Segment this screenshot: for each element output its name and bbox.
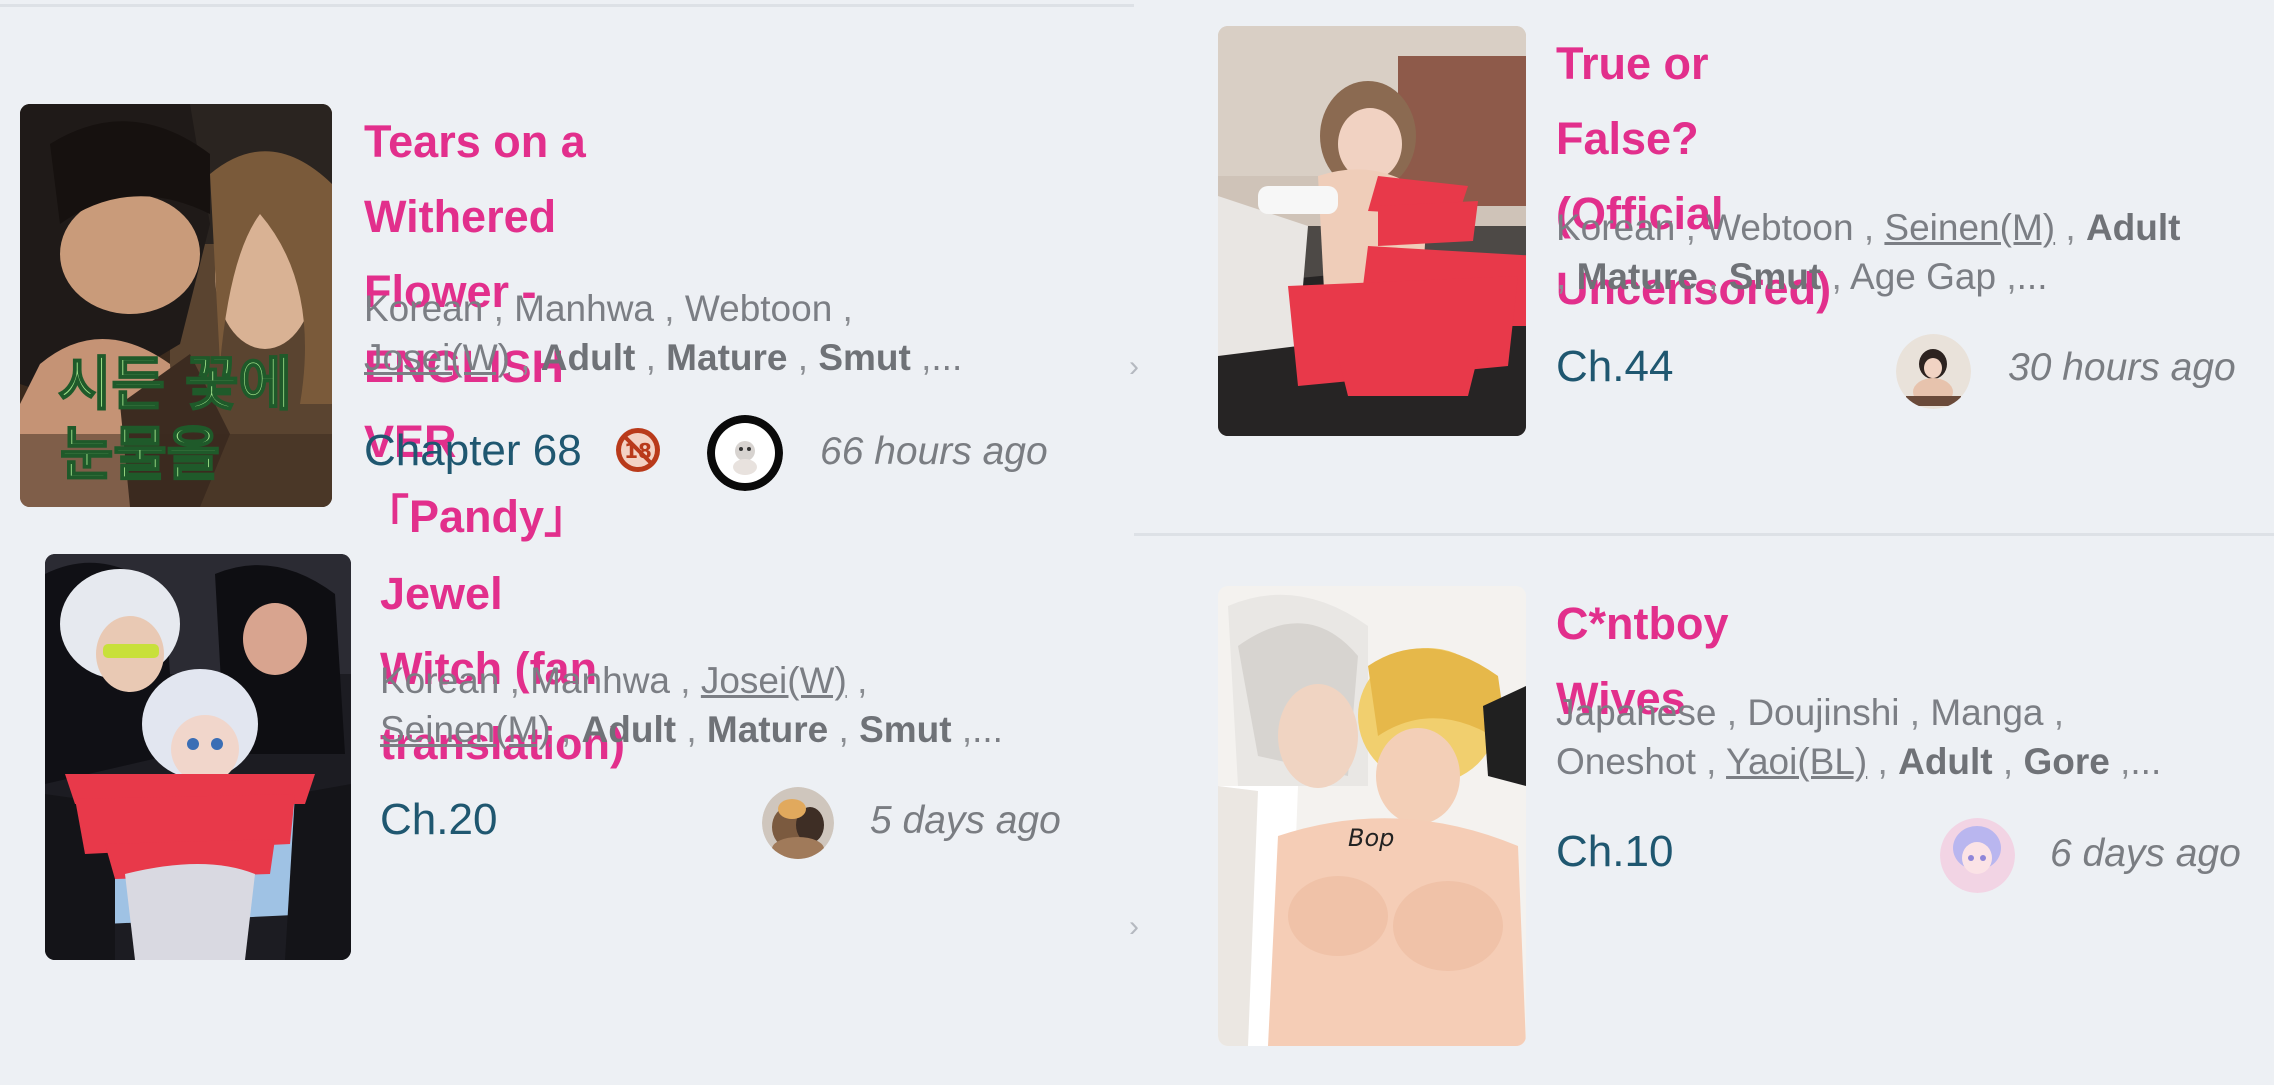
tag[interactable]: Smut (1729, 256, 1822, 297)
cover-image[interactable]: Bop (1218, 586, 1526, 1046)
tag[interactable]: Japanese (1556, 692, 1716, 733)
tag[interactable]: Adult (541, 337, 636, 378)
tag[interactable]: Adult (582, 709, 677, 750)
divider (1134, 533, 2274, 536)
updated-time: 66 hours ago (820, 430, 1048, 473)
cover-image[interactable] (1218, 26, 1526, 436)
tag[interactable]: Mature (1577, 256, 1698, 297)
tag[interactable]: Korean (364, 288, 483, 329)
tag-list: Korean , Webtoon , Seinen(M) , Adult , M… (1556, 203, 2180, 301)
divider (0, 4, 1134, 7)
tag-line: , Mature , Smut , Age Gap ,... (1556, 256, 2048, 297)
cover-title-text: 눈물을 (60, 420, 220, 488)
uploader-avatar[interactable] (762, 787, 834, 859)
latest-chapter-link[interactable]: Chapter 68 (364, 426, 582, 476)
more-tags-ellipsis[interactable]: ... (931, 337, 962, 378)
tag[interactable]: Gore (2023, 741, 2109, 782)
cover-sfx-text: Bop (1348, 824, 1394, 852)
tag-line: Korean , Manhwa , Josei(W) , (380, 660, 868, 701)
latest-chapter-link[interactable]: Ch.10 (1556, 827, 1673, 877)
tag[interactable]: Doujinshi (1747, 692, 1899, 733)
tag[interactable]: Webtoon (1706, 207, 1853, 248)
tag[interactable]: Korean (1556, 207, 1675, 248)
cover-image[interactable] (45, 554, 351, 960)
tag-line: Seinen(M) , Adult , Mature , Smut ,... (380, 709, 1003, 750)
tag[interactable]: Yaoi(BL) (1726, 741, 1867, 782)
tag[interactable]: Korean (380, 660, 499, 701)
tag-line: Korean , Manhwa , Webtoon , (364, 288, 853, 329)
tag[interactable]: Manhwa (530, 660, 670, 701)
more-tags-ellipsis[interactable]: ... (2017, 256, 2048, 297)
tag[interactable]: Mature (707, 709, 828, 750)
latest-chapter-link[interactable]: Ch.20 (380, 795, 497, 845)
tag[interactable]: Josei(W) (701, 660, 847, 701)
updated-time: 30 hours ago (2008, 346, 2236, 389)
updated-time: 5 days ago (870, 799, 1061, 842)
tag-line: Korean , Webtoon , Seinen(M) , Adult (1556, 207, 2181, 248)
tag-list: Korean , Manhwa , Josei(W) , Seinen(M) ,… (380, 656, 1003, 754)
tag[interactable]: Josei(W) (364, 337, 510, 378)
tag-line: Josei(W) , Adult , Mature , Smut ,... (364, 337, 963, 378)
latest-chapter-link[interactable]: Ch.44 (1556, 342, 1673, 392)
chevron-right-icon[interactable]: › (1129, 912, 1139, 942)
uploader-avatar[interactable] (1940, 818, 2015, 893)
tag[interactable]: Seinen(M) (1884, 207, 2055, 248)
manga-list-page: › › 시든 꽃에 눈물을 Tears on a Withered Flower (0, 0, 2274, 1085)
more-tags-ellipsis[interactable]: ... (2130, 741, 2161, 782)
tag[interactable]: Mature (666, 337, 787, 378)
tag-list: Japanese , Doujinshi , Manga , Oneshot ,… (1556, 688, 2161, 786)
tag-line: Oneshot , Yaoi(BL) , Adult , Gore ,... (1556, 741, 2162, 782)
cover-title-text: 시든 꽃에 (58, 350, 292, 418)
updated-time: 6 days ago (2050, 832, 2241, 875)
tag-list: Korean , Manhwa , Webtoon , Josei(W) , A… (364, 284, 962, 382)
tag[interactable]: Smut (818, 337, 911, 378)
adult-18-icon: 18 (616, 428, 660, 472)
tag[interactable]: Oneshot (1556, 741, 1696, 782)
cover-image[interactable]: 시든 꽃에 눈물을 (20, 104, 332, 507)
tag-line: Japanese , Doujinshi , Manga , (1556, 692, 2065, 733)
uploader-avatar[interactable] (707, 415, 783, 491)
uploader-avatar[interactable] (1896, 334, 1971, 409)
tag[interactable]: Age Gap (1850, 256, 1996, 297)
chevron-right-icon[interactable]: › (1129, 352, 1139, 382)
tag[interactable]: Smut (859, 709, 952, 750)
tag[interactable]: Webtoon (685, 288, 832, 329)
tag[interactable]: Manhwa (514, 288, 654, 329)
tag[interactable]: Adult (2086, 207, 2181, 248)
tag[interactable]: Adult (1898, 741, 1993, 782)
tag[interactable]: Manga (1930, 692, 2043, 733)
more-tags-ellipsis[interactable]: ... (972, 709, 1003, 750)
tag[interactable]: Seinen(M) (380, 709, 551, 750)
